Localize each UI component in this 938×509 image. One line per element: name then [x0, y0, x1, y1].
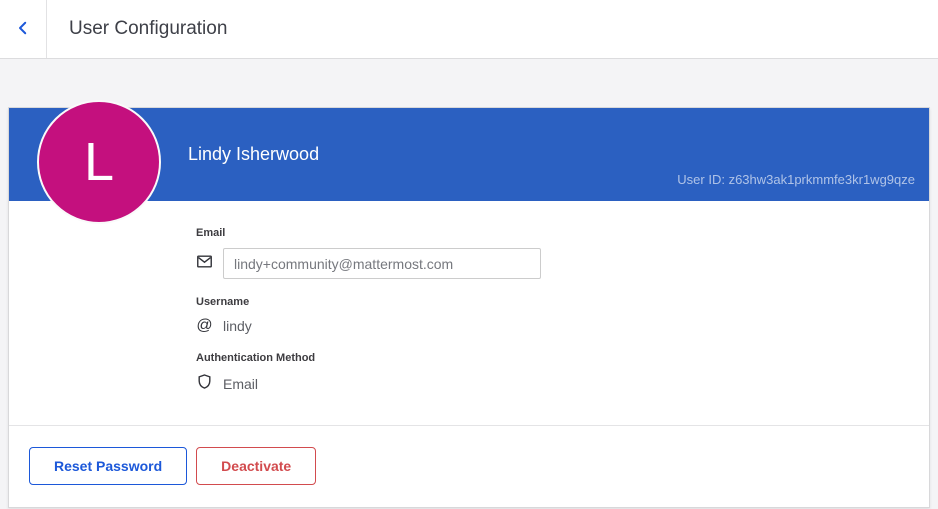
- auth-method-row: Email: [196, 373, 929, 395]
- auth-method-value: Email: [223, 376, 259, 392]
- username-label: Username: [196, 296, 250, 308]
- card-footer: Reset Password Deactivate: [9, 425, 929, 507]
- email-input[interactable]: [223, 248, 541, 279]
- deactivate-button[interactable]: Deactivate: [196, 447, 317, 485]
- username-row: @ lindy: [196, 317, 929, 335]
- email-row: [196, 248, 929, 279]
- page-header: User Configuration: [0, 0, 938, 59]
- avatar: L: [37, 100, 161, 224]
- envelope-icon: [196, 253, 213, 275]
- user-details: Email Username @ lindy Authentication Me…: [9, 201, 929, 425]
- page-title: User Configuration: [69, 18, 228, 39]
- user-full-name: Lindy Isherwood: [188, 144, 320, 164]
- username-value: lindy: [223, 318, 252, 334]
- email-label: Email: [196, 227, 226, 239]
- at-sign-icon: @: [196, 317, 213, 334]
- user-id: User ID: z63hw3ak1prkmmfe3kr1wg9qze: [677, 172, 915, 187]
- reset-password-button[interactable]: Reset Password: [29, 447, 188, 485]
- user-configuration-card: L Lindy Isherwood User ID: z63hw3ak1prkm…: [8, 100, 930, 508]
- chevron-left-icon: [14, 19, 32, 40]
- shield-icon: [196, 373, 213, 395]
- user-banner: L Lindy Isherwood User ID: z63hw3ak1prkm…: [9, 100, 929, 224]
- avatar-initial: L: [83, 132, 115, 192]
- back-button[interactable]: [0, 0, 47, 58]
- auth-method-label: Authentication Method: [196, 352, 316, 364]
